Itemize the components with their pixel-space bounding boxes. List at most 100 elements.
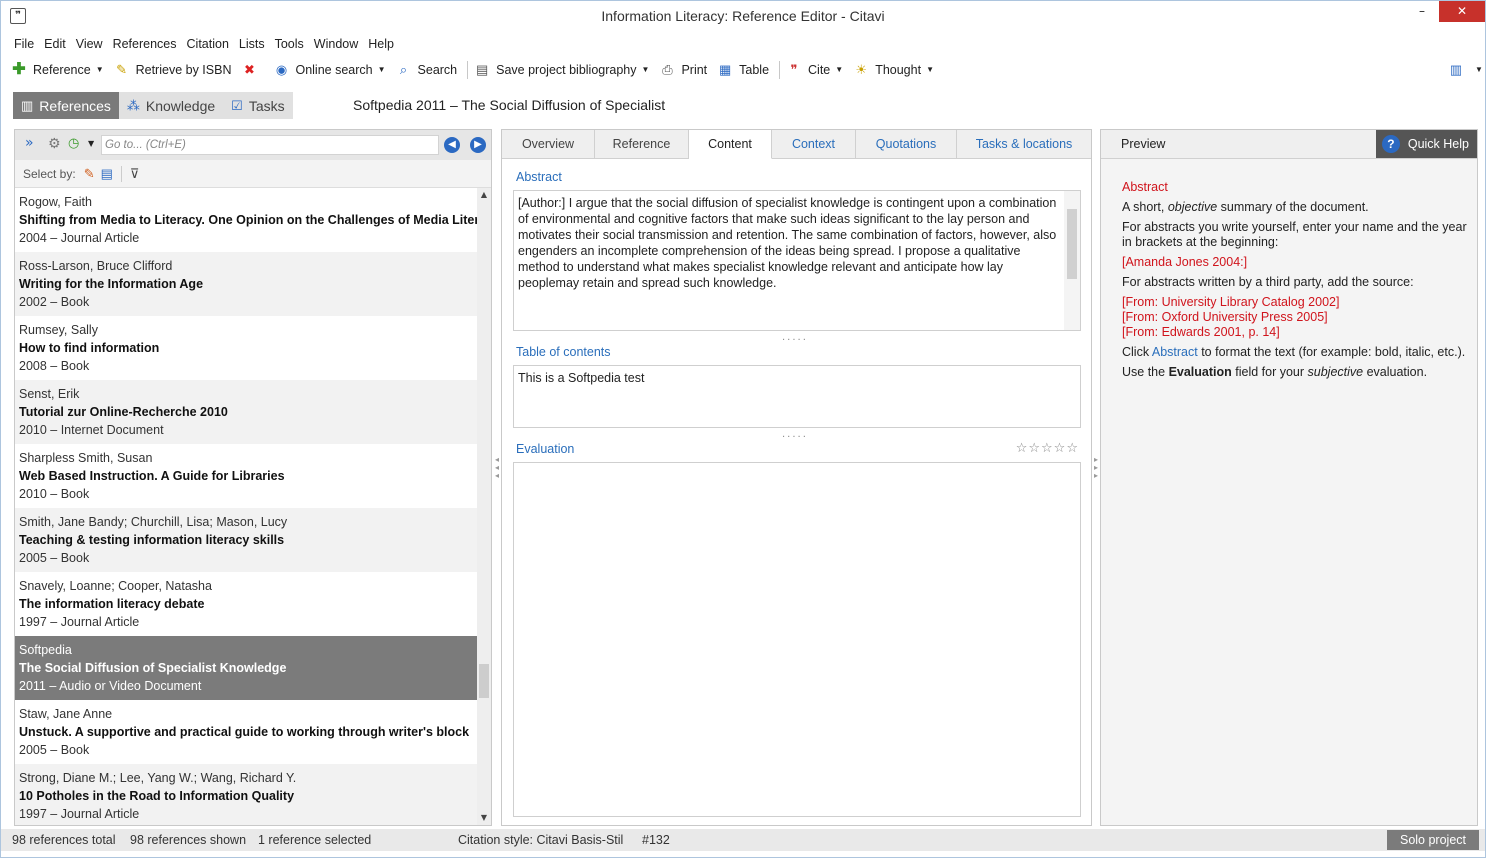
menu-view[interactable]: View xyxy=(71,34,108,54)
cite-button[interactable]: ❞ Cite ▼ xyxy=(786,62,844,78)
separator xyxy=(120,165,122,182)
retrieve-isbn-button[interactable]: ✎ Retrieve by ISBN xyxy=(114,61,231,78)
reference-title: Web Based Instruction. A Guide for Libra… xyxy=(19,469,285,483)
save-bibliography-button[interactable]: ▤ Save project bibliography ▼ xyxy=(474,62,649,78)
scroll-up-icon[interactable]: ▲ xyxy=(477,188,491,202)
delete-x-icon: ✖ xyxy=(244,61,255,77)
print-button[interactable]: ⎙ Print xyxy=(659,62,707,78)
reference-list: Rogow, Faith Shifting from Media to Liter… xyxy=(15,188,477,825)
left-splitter-handle[interactable]: ◂ ◂ ◂ xyxy=(494,456,500,496)
reference-author: Ross-Larson, Bruce Clifford xyxy=(19,259,173,273)
select-by-label: Select by: xyxy=(23,166,76,181)
menu-tools[interactable]: Tools xyxy=(270,34,309,54)
reference-list-item[interactable]: Strong, Diane M.; Lee, Yang W.; Wang, Ri… xyxy=(15,764,477,825)
reference-author: Sharpless Smith, Susan xyxy=(19,451,153,465)
menu-window[interactable]: Window xyxy=(309,34,363,54)
reference-title: Tutorial zur Online-Recherche 2010 xyxy=(19,405,228,419)
menu-file[interactable]: File xyxy=(9,34,39,54)
tab-content[interactable]: Content xyxy=(689,130,772,159)
abstract-field[interactable]: [Author:] I argue that the social diffus… xyxy=(513,190,1081,331)
thought-button[interactable]: ☀ Thought ▼ xyxy=(853,62,934,78)
close-button[interactable]: ✕ xyxy=(1439,1,1485,22)
minimize-button[interactable]: – xyxy=(1408,1,1436,22)
filter-icon[interactable]: ⊽ xyxy=(130,166,140,182)
status-citation-style[interactable]: Citation style: Citavi Basis-Stil xyxy=(458,833,623,847)
quick-help-button[interactable]: ? Quick Help xyxy=(1375,130,1477,158)
previous-arrow-icon[interactable]: ◀ xyxy=(444,137,460,153)
mode-references[interactable]: ▥ References xyxy=(13,92,119,119)
reference-list-item[interactable]: Softpedia The Social Diffusion of Special… xyxy=(15,636,477,700)
next-arrow-icon[interactable]: ▶ xyxy=(470,137,486,153)
plus-icon: ✚ xyxy=(12,60,26,78)
reference-list-item[interactable]: Snavely, Loanne; Cooper, Natasha The info… xyxy=(15,572,477,636)
mode-tasks[interactable]: ☑ Tasks xyxy=(223,92,292,119)
menu-edit[interactable]: Edit xyxy=(39,34,71,54)
abstract-text: [Author:] I argue that the social diffus… xyxy=(518,196,1057,290)
gear-icon[interactable]: ⚙ xyxy=(48,136,61,152)
list-header: » ⚙ ◷ ▼ Go to... (Ctrl+E) ◀ ▶ xyxy=(15,130,491,160)
reference-list-item[interactable]: Ross-Larson, Bruce Clifford Writing for t… xyxy=(15,252,477,316)
tag-select-icon[interactable]: ✎ xyxy=(84,166,95,182)
tab-tasks-locations[interactable]: Tasks & locations xyxy=(957,130,1091,159)
reference-list-item[interactable]: Rumsey, Sally How to find information 2008… xyxy=(15,316,477,380)
collapse-icon[interactable]: » xyxy=(25,135,34,151)
reference-list-item[interactable]: Staw, Jane Anne Unstuck. A supportive and… xyxy=(15,700,477,764)
abstract-label[interactable]: Abstract xyxy=(516,170,562,184)
delete-button[interactable]: ✖ xyxy=(241,62,263,78)
reference-list-item[interactable]: Senst, Erik Tutorial zur Online-Recherche… xyxy=(15,380,477,444)
evaluation-label: Evaluation xyxy=(516,442,575,456)
list-scrollbar[interactable]: ▲ ▼ xyxy=(477,188,491,825)
table-icon: ▦ xyxy=(718,61,732,77)
quick-help-content: Abstract A short, objective summary of t… xyxy=(1122,180,1467,385)
reference-title: How to find information xyxy=(19,341,160,355)
reference-meta: 2005 – Book xyxy=(19,743,90,757)
reference-list-item[interactable]: Rogow, Faith Shifting from Media to Liter… xyxy=(15,188,477,252)
menu-references[interactable]: References xyxy=(108,34,182,54)
scroll-thumb[interactable] xyxy=(479,664,489,698)
window-title: Information Literacy: Reference Editor -… xyxy=(601,8,885,24)
menu-help[interactable]: Help xyxy=(363,34,399,54)
category-select-icon[interactable]: ▤ xyxy=(101,166,113,182)
online-search-button[interactable]: ◉ Online search ▼ xyxy=(273,62,386,78)
toc-text: This is a Softpedia test xyxy=(518,371,645,385)
tab-reference[interactable]: Reference xyxy=(595,130,689,159)
help-line: For abstracts written by a third party, … xyxy=(1122,275,1414,289)
reference-title: The information literacy debate xyxy=(19,597,205,611)
table-button[interactable]: ▦ Table xyxy=(717,62,769,78)
dropdown-arrow-icon: ▼ xyxy=(1475,65,1483,74)
rating-stars[interactable]: ☆☆☆☆☆ xyxy=(1016,441,1079,456)
layout-toggle-button[interactable]: ▥ ▼ xyxy=(1448,62,1483,78)
right-splitter-handle[interactable]: ▸ ▸ ▸ xyxy=(1093,456,1099,496)
solo-project-badge[interactable]: Solo project xyxy=(1387,830,1479,850)
reference-meta: 2010 – Book xyxy=(19,487,90,501)
evaluation-field[interactable] xyxy=(513,462,1081,817)
menu-lists[interactable]: Lists xyxy=(234,34,270,54)
scroll-down-icon[interactable]: ▼ xyxy=(477,811,491,825)
dropdown-arrow-icon[interactable]: ▼ xyxy=(88,139,94,148)
tab-context[interactable]: Context xyxy=(772,130,856,159)
abstract-link[interactable]: Abstract xyxy=(1152,345,1198,359)
scroll-thumb[interactable] xyxy=(1067,209,1077,279)
wand-icon: ✎ xyxy=(116,61,128,77)
goto-input[interactable]: Go to... (Ctrl+E) xyxy=(101,135,439,155)
tab-quotations[interactable]: Quotations xyxy=(856,130,957,159)
mode-knowledge[interactable]: ⁂ Knowledge xyxy=(119,92,223,119)
history-icon[interactable]: ◷ xyxy=(68,136,79,151)
editor-panel: Overview Reference Content Context Quota… xyxy=(501,129,1092,826)
reference-title: 10 Potholes in the Road to Information Q… xyxy=(19,789,295,803)
reference-list-item[interactable]: Smith, Jane Bandy; Churchill, Lisa; Maso… xyxy=(15,508,477,572)
resize-grip[interactable]: ····· xyxy=(782,335,808,346)
preview-label[interactable]: Preview xyxy=(1121,137,1165,151)
abstract-scrollbar[interactable] xyxy=(1064,191,1080,330)
tab-overview[interactable]: Overview xyxy=(502,130,595,159)
add-reference-button[interactable]: ✚ Reference ▼ xyxy=(11,60,103,78)
status-bar: 98 references total 98 references shown … xyxy=(1,829,1485,851)
reference-list-item[interactable]: Sharpless Smith, Susan Web Based Instruct… xyxy=(15,444,477,508)
help-example: [From: Oxford University Press 2005] xyxy=(1122,310,1328,324)
reference-author: Senst, Erik xyxy=(19,387,80,401)
resize-grip[interactable]: ····· xyxy=(782,432,808,443)
search-button[interactable]: ⌕ Search xyxy=(396,62,457,78)
toc-field[interactable]: This is a Softpedia test xyxy=(513,365,1081,428)
menu-citation[interactable]: Citation xyxy=(182,34,234,54)
reference-author: Rogow, Faith xyxy=(19,195,92,209)
